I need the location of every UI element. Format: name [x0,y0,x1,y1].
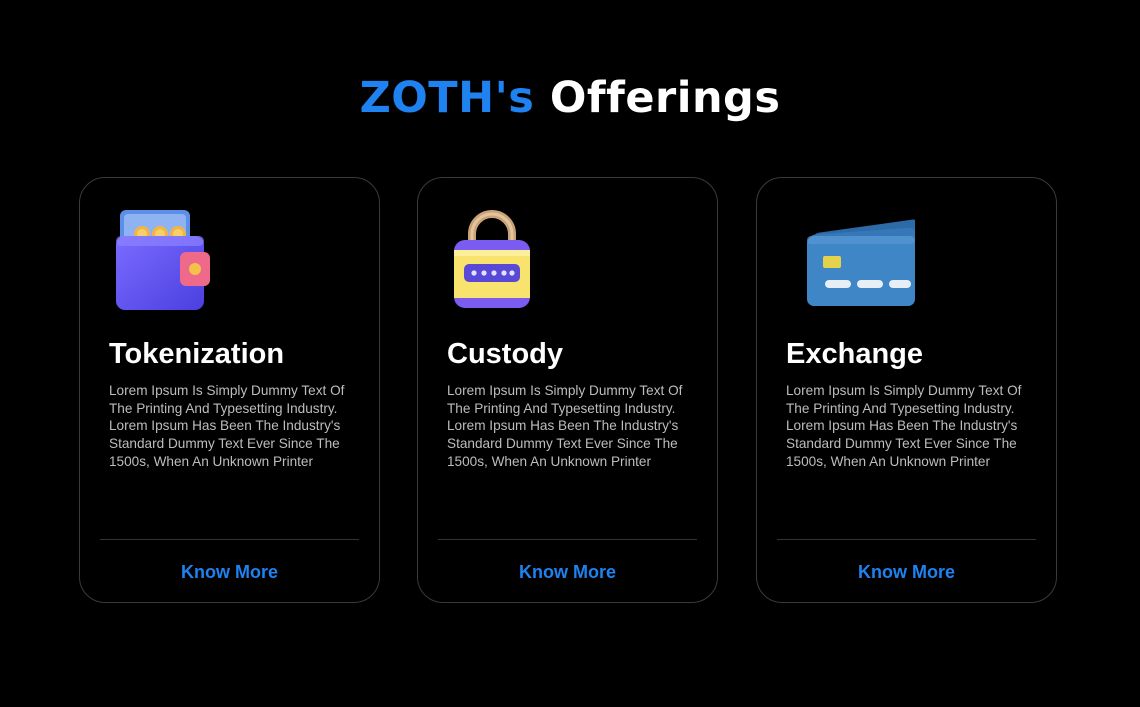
card-title: Tokenization [109,338,285,370]
offering-card-custody: Custody Lorem Ipsum Is Simply Dummy Text… [417,177,718,603]
card-divider [438,539,697,540]
padlock-icon [446,206,558,316]
card-divider [777,539,1036,540]
know-more-link[interactable]: Know More [80,562,379,583]
section-heading: ZOTH's Offerings [0,72,1140,124]
heading-rest: Offerings [549,73,781,123]
card-divider [100,539,359,540]
offering-card-tokenization: Tokenization Lorem Ipsum Is Simply Dummy… [79,177,380,603]
card-description: Lorem Ipsum Is Simply Dummy Text Of The … [447,383,683,469]
card-description: Lorem Ipsum Is Simply Dummy Text Of The … [786,383,1022,469]
wallet-icon [108,206,220,316]
know-more-link[interactable]: Know More [418,562,717,583]
offering-card-exchange: Exchange Lorem Ipsum Is Simply Dummy Tex… [756,177,1057,603]
credit-card-icon [785,206,928,316]
offerings-section: ZOTH's Offerings Tokenization Lorem Ipsu… [0,0,1140,707]
know-more-link[interactable]: Know More [757,562,1056,583]
heading-brand: ZOTH's [359,73,535,123]
card-title: Custody [447,338,563,370]
card-description: Lorem Ipsum Is Simply Dummy Text Of The … [109,383,345,469]
card-title: Exchange [786,338,923,370]
